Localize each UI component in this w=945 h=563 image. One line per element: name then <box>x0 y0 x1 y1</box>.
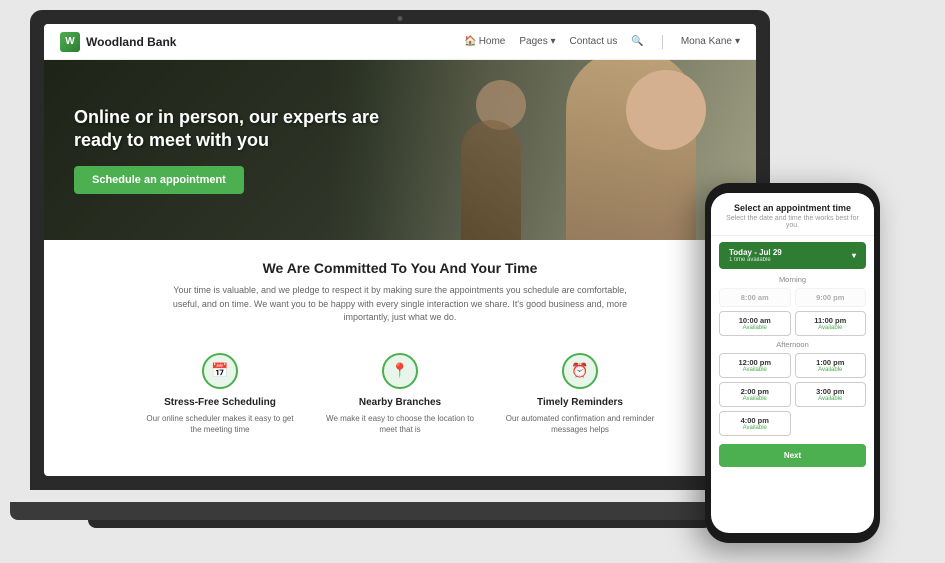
nav-home[interactable]: 🏠 Home <box>464 36 505 47</box>
laptop-camera <box>398 16 403 21</box>
hero-photo <box>456 60 716 240</box>
laptop-base <box>10 502 790 520</box>
time-slot[interactable]: 8:00 am <box>719 288 791 307</box>
chevron-down-icon-date: ▾ <box>852 251 856 260</box>
slot-status: Available <box>802 325 860 331</box>
phone-title: Select an appointment time <box>721 203 864 213</box>
chevron-down-icon-user: ▾ <box>735 36 740 47</box>
slot-time: 4:00 pm <box>726 416 784 425</box>
laptop-screen: W Woodland Bank 🏠 Home Pages ▾ Contact u… <box>44 24 756 476</box>
hero-content: Online or in person, our experts are rea… <box>74 106 394 195</box>
search-icon[interactable]: 🔍 <box>631 36 643 47</box>
slot-status: Available <box>802 396 860 402</box>
slot-time: 1:00 pm <box>802 358 860 367</box>
home-icon: 🏠 <box>464 36 476 47</box>
feature-icon-scheduling: 📅 <box>202 353 238 389</box>
time-slot[interactable]: 10:00 am Available <box>719 311 791 336</box>
navbar: W Woodland Bank 🏠 Home Pages ▾ Contact u… <box>44 24 756 60</box>
slot-status: Available <box>726 367 784 373</box>
time-slot[interactable]: 3:00 pm Available <box>795 382 867 407</box>
phone-header: Select an appointment time Select the da… <box>711 193 874 236</box>
nav-divider <box>662 35 663 49</box>
slot-status: Available <box>726 396 784 402</box>
slot-time: 9:00 pm <box>802 293 860 302</box>
nav-user[interactable]: Mona Kane ▾ <box>681 36 740 47</box>
feature-text-scheduling: Our online scheduler makes it easy to ge… <box>145 413 295 435</box>
schedule-appointment-button[interactable]: Schedule an appointment <box>74 166 244 194</box>
afternoon-slots: 12:00 pm Available 1:00 pm Available 2:0… <box>711 353 874 436</box>
phone-next-button[interactable]: Next <box>719 444 866 467</box>
nav-contact[interactable]: Contact us <box>570 36 618 47</box>
nav-pages[interactable]: Pages ▾ <box>519 36 555 47</box>
phone-date-selector[interactable]: Today - Jul 29 1 time available ▾ <box>719 242 866 269</box>
phone-date-label: Today - Jul 29 <box>729 248 782 257</box>
time-slot[interactable]: 4:00 pm Available <box>719 411 791 436</box>
time-slot[interactable]: 11:00 pm Available <box>795 311 867 336</box>
features-section: 📅 Stress-Free Scheduling Our online sche… <box>44 353 756 451</box>
feature-title-branches: Nearby Branches <box>325 397 475 408</box>
time-slot[interactable]: 12:00 pm Available <box>719 353 791 378</box>
time-slot[interactable]: 2:00 pm Available <box>719 382 791 407</box>
slot-status: Available <box>726 425 784 431</box>
commitment-section: We Are Committed To You And Your Time Yo… <box>44 240 756 353</box>
brand-logo-icon: W <box>60 32 80 52</box>
slot-status: Available <box>802 367 860 373</box>
time-slot[interactable]: 9:00 pm <box>795 288 867 307</box>
feature-text-reminders: Our automated confirmation and reminder … <box>505 413 655 435</box>
feature-icon-reminders: ⏰ <box>562 353 598 389</box>
chevron-down-icon: ▾ <box>551 36 556 47</box>
feature-text-branches: We make it easy to choose the location t… <box>325 413 475 435</box>
feature-icon-branches: 📍 <box>382 353 418 389</box>
phone-screen: Select an appointment time Select the da… <box>711 193 874 533</box>
hero-title: Online or in person, our experts are rea… <box>74 106 394 153</box>
phone-subtitle: Select the date and time the works best … <box>721 215 864 229</box>
hero-section: Online or in person, our experts are rea… <box>44 60 756 240</box>
morning-label: Morning <box>711 275 874 284</box>
phone-date-sub: 1 time available <box>729 257 782 263</box>
slot-time: 2:00 pm <box>726 387 784 396</box>
feature-reminders: ⏰ Timely Reminders Our automated confirm… <box>505 353 655 435</box>
brand-name: Woodland Bank <box>86 35 176 49</box>
time-slot[interactable]: 1:00 pm Available <box>795 353 867 378</box>
afternoon-label: Afternoon <box>711 340 874 349</box>
scene: W Woodland Bank 🏠 Home Pages ▾ Contact u… <box>0 0 945 563</box>
slot-time: 8:00 am <box>726 293 784 302</box>
feature-title-reminders: Timely Reminders <box>505 397 655 408</box>
nav-links: 🏠 Home Pages ▾ Contact us 🔍 Mona Kane <box>464 35 740 49</box>
laptop: W Woodland Bank 🏠 Home Pages ▾ Contact u… <box>30 10 790 550</box>
commitment-text: Your time is valuable, and we pledge to … <box>160 284 640 325</box>
slot-time: 10:00 am <box>726 316 784 325</box>
slot-time: 11:00 pm <box>802 316 860 325</box>
feature-scheduling: 📅 Stress-Free Scheduling Our online sche… <box>145 353 295 435</box>
laptop-body: W Woodland Bank 🏠 Home Pages ▾ Contact u… <box>30 10 770 490</box>
feature-branches: 📍 Nearby Branches We make it easy to cho… <box>325 353 475 435</box>
slot-status: Available <box>726 325 784 331</box>
slot-time: 12:00 pm <box>726 358 784 367</box>
feature-title-scheduling: Stress-Free Scheduling <box>145 397 295 408</box>
morning-slots: 8:00 am 9:00 pm 10:00 am Available 11:00… <box>711 288 874 336</box>
phone: Select an appointment time Select the da… <box>705 183 880 543</box>
slot-time: 3:00 pm <box>802 387 860 396</box>
commitment-title: We Are Committed To You And Your Time <box>74 260 726 276</box>
